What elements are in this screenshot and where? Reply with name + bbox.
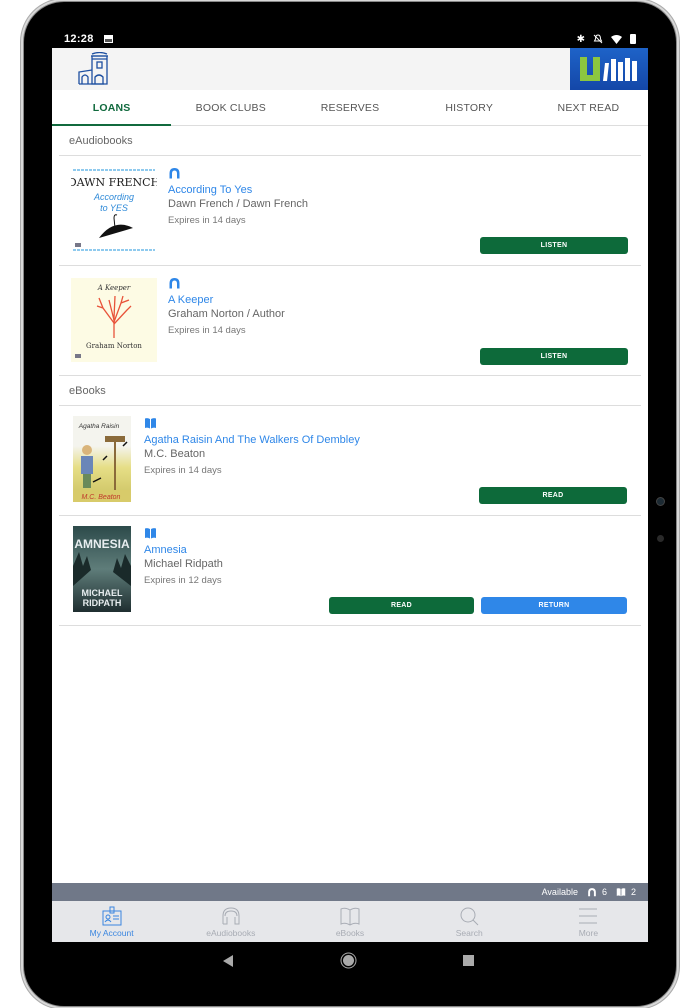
loan-author: Dawn French / Dawn French: [168, 198, 308, 210]
headphones-icon: [169, 278, 180, 289]
cover-author: DAWN FRENCH: [71, 176, 157, 189]
tab-history[interactable]: HISTORY: [410, 90, 529, 125]
nav-more[interactable]: More: [529, 901, 648, 942]
tab-book-clubs[interactable]: BOOK CLUBS: [171, 90, 290, 125]
loan-item: DAWN FRENCH According to YES According T…: [59, 156, 641, 266]
loan-item: AMNESIA MICHAEL RIDPATH Amnesia Michael …: [59, 516, 641, 626]
uLibrary-logo[interactable]: [570, 48, 648, 90]
available-ebooks-count: 2: [630, 887, 636, 897]
loan-title[interactable]: A Keeper: [168, 293, 285, 307]
tab-next-read[interactable]: NEXT READ: [529, 90, 648, 125]
listen-button[interactable]: LISTEN: [480, 348, 628, 365]
available-audiobooks-count: 6: [601, 887, 607, 897]
nav-label: More: [578, 928, 599, 938]
loan-author: Graham Norton / Author: [168, 308, 285, 320]
listen-button[interactable]: LISTEN: [480, 237, 628, 254]
loan-item: A Keeper Graham Norton A Keeper Graham N…: [59, 266, 641, 376]
headphones-icon: [222, 907, 240, 925]
read-button[interactable]: READ: [479, 487, 627, 504]
nav-my-account[interactable]: My Account: [52, 901, 171, 942]
system-nav-bar: [52, 942, 648, 980]
cover-author: Graham Norton: [86, 342, 142, 350]
tab-reserves[interactable]: RESERVES: [290, 90, 409, 125]
cover-title-2: to YES: [100, 203, 128, 213]
app-header: [52, 48, 648, 90]
loan-item: Agatha Raisin M.C. Beaton Agatha Raisin …: [59, 406, 641, 516]
cover-title: AMNESIA: [74, 537, 130, 551]
status-time: 12:28: [64, 33, 94, 45]
mute-icon: [593, 34, 603, 44]
search-icon: [460, 907, 479, 926]
headphones-icon: [169, 168, 180, 179]
cover-title-1: According: [93, 192, 134, 202]
loan-title[interactable]: Amnesia: [144, 543, 223, 557]
book-cover[interactable]: DAWN FRENCH According to YES: [71, 168, 157, 252]
nav-search[interactable]: Search: [410, 901, 529, 942]
side-sensor: [657, 535, 664, 542]
cover-author-first: MICHAEL: [82, 588, 123, 598]
image-icon: [103, 35, 113, 43]
section-heading-ebooks: eBooks: [59, 376, 641, 406]
nav-label: My Account: [89, 928, 134, 938]
home-icon[interactable]: [340, 952, 357, 969]
headphones-icon: [588, 888, 596, 897]
loans-tabs: LOANS BOOK CLUBS RESERVES HISTORY NEXT R…: [52, 90, 648, 126]
read-button[interactable]: READ: [329, 597, 474, 614]
loan-expiry: Expires in 12 days: [144, 575, 222, 586]
tab-loans[interactable]: LOANS: [52, 90, 172, 126]
nav-label: Search: [455, 928, 483, 938]
status-bar: 12:28 ✱: [52, 30, 648, 48]
loan-expiry: Expires in 14 days: [168, 325, 246, 336]
loan-title[interactable]: Agatha Raisin And The Walkers Of Dembley: [144, 433, 360, 447]
section-heading-eaudiobooks: eAudiobooks: [59, 126, 641, 156]
battery-icon: [630, 34, 636, 44]
loan-expiry: Expires in 14 days: [168, 215, 246, 226]
nav-label: eBooks: [335, 928, 365, 938]
cover-title: A Keeper: [97, 284, 131, 292]
book-icon: [145, 418, 156, 429]
menu-icon: [579, 908, 598, 924]
nav-label: eAudiobooks: [206, 928, 256, 938]
camera-sensor: [656, 497, 665, 506]
availability-bar: Available 6 2: [52, 883, 648, 901]
cover-author-last: RIDPATH: [83, 598, 122, 608]
open-book-icon: [340, 907, 360, 926]
book-cover[interactable]: Agatha Raisin M.C. Beaton: [73, 416, 131, 502]
book-cover[interactable]: AMNESIA MICHAEL RIDPATH: [73, 526, 131, 612]
return-button[interactable]: RETURN: [481, 597, 627, 614]
castle-logo[interactable]: [76, 52, 112, 86]
loan-author: M.C. Beaton: [144, 448, 206, 460]
app-screen: LOANS BOOK CLUBS RESERVES HISTORY NEXT R…: [52, 48, 648, 942]
book-icon: [616, 888, 626, 897]
nav-eaudiobooks[interactable]: eAudiobooks: [171, 901, 290, 942]
cover-title: Agatha Raisin: [78, 423, 120, 430]
wifi-icon: [611, 34, 622, 44]
availability-label: Available: [541, 887, 578, 897]
cover-author: M.C. Beaton: [82, 494, 121, 501]
bottom-nav: My Account eAudiobooks eBooks Search Mor…: [52, 901, 648, 942]
book-icon: [145, 528, 156, 539]
back-icon[interactable]: [222, 955, 234, 967]
book-cover[interactable]: A Keeper Graham Norton: [71, 278, 157, 362]
loan-author: Michael Ridpath: [144, 558, 223, 570]
bluetooth-icon: ✱: [576, 33, 585, 45]
recents-icon[interactable]: [463, 955, 474, 966]
loan-expiry: Expires in 14 days: [144, 465, 222, 476]
nav-ebooks[interactable]: eBooks: [290, 901, 409, 942]
loan-title[interactable]: According To Yes: [168, 183, 308, 197]
account-card-icon: [102, 906, 122, 926]
